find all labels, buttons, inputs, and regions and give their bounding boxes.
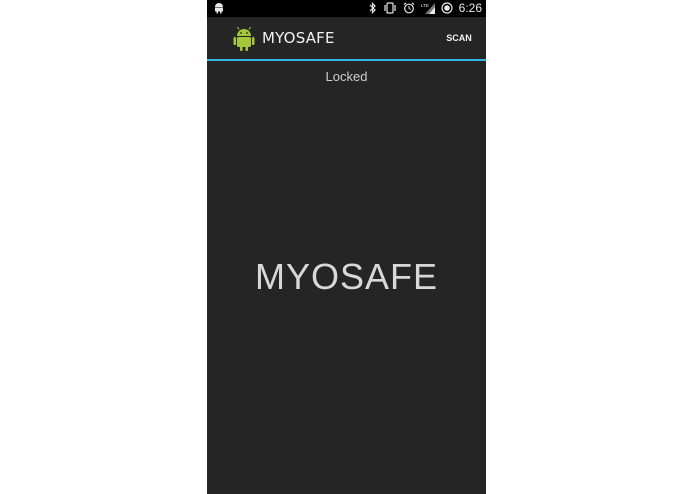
action-bar-divider [207,59,486,61]
battery-icon [441,2,453,14]
phone-screen: LTE 6:26 MYOSAFE SCAN Locked MYOSAFE [207,0,486,494]
lte-signal-icon: LTE [421,2,435,14]
alarm-icon [403,2,415,14]
android-app-icon[interactable] [231,25,257,51]
android-notification-icon [214,2,224,17]
action-bar: MYOSAFE SCAN [207,17,486,59]
svg-text:LTE: LTE [421,3,429,8]
vibrate-icon [383,2,397,14]
clock: 6:26 [458,1,482,15]
scan-button[interactable]: SCAN [432,17,486,59]
status-bar: LTE 6:26 [207,0,486,17]
bluetooth-icon [369,2,377,14]
app-title: MYOSAFE [262,29,335,47]
lock-status: Locked [325,69,368,84]
status-icons: LTE 6:26 [369,1,482,15]
main-heading: MYOSAFE [254,256,439,297]
